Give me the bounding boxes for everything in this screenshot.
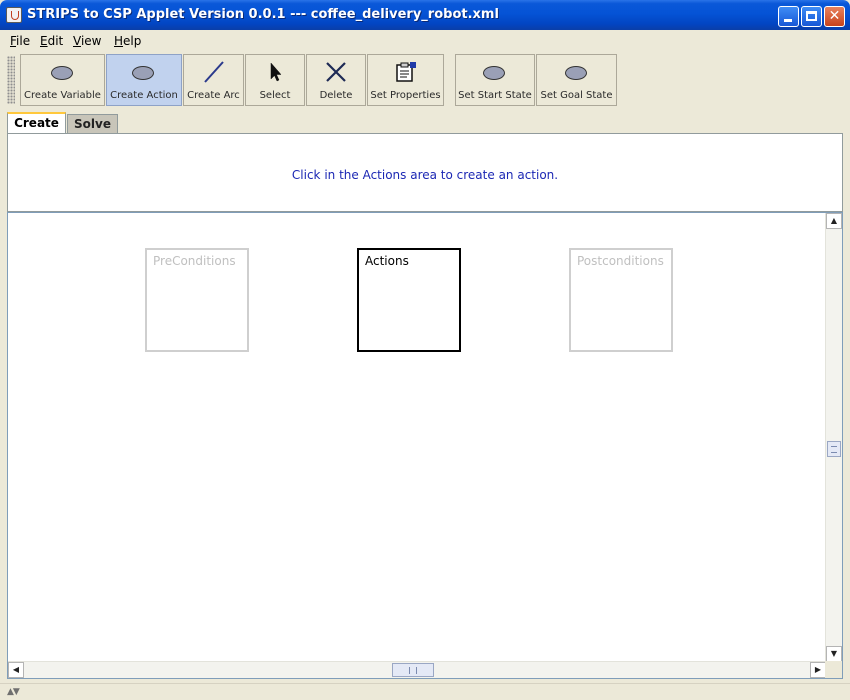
arc-line-icon xyxy=(202,61,226,83)
message-panel: Click in the Actions area to create an a… xyxy=(7,133,843,212)
maximize-button[interactable] xyxy=(801,6,822,27)
instruction-message: Click in the Actions area to create an a… xyxy=(291,168,559,182)
delete-x-icon xyxy=(324,61,348,83)
tab-solve[interactable]: Solve xyxy=(67,114,118,134)
delete-button[interactable]: Delete xyxy=(306,54,366,106)
vertical-scrollbar[interactable]: ▲ ▼ xyxy=(825,213,842,662)
toolbar-grip[interactable] xyxy=(7,56,15,104)
title-bar[interactable]: STRIPS to CSP Applet Version 0.0.1 --- c… xyxy=(0,0,850,30)
tab-strip: Create Solve xyxy=(0,112,850,134)
scroll-left-arrow-icon[interactable]: ◀ xyxy=(8,662,24,678)
vertical-scroll-thumb[interactable] xyxy=(827,441,841,457)
scrollbar-corner xyxy=(825,661,842,678)
create-action-button[interactable]: Create Action xyxy=(106,54,182,106)
select-button[interactable]: Select xyxy=(245,54,305,106)
menu-bar: File Edit View Help xyxy=(0,30,850,52)
menu-file[interactable]: File xyxy=(10,34,30,48)
menu-help[interactable]: Help xyxy=(114,34,141,48)
scroll-right-arrow-icon[interactable]: ▶ xyxy=(810,662,826,678)
variable-ellipse-icon xyxy=(50,61,75,83)
preconditions-area[interactable]: PreConditions xyxy=(145,248,249,352)
applet-window: STRIPS to CSP Applet Version 0.0.1 --- c… xyxy=(0,0,850,700)
scroll-up-arrow-icon[interactable]: ▲ xyxy=(826,213,842,229)
goal-state-ellipse-icon xyxy=(564,61,589,83)
preconditions-label: PreConditions xyxy=(153,254,236,268)
menu-edit[interactable]: Edit xyxy=(40,34,63,48)
actions-area[interactable]: Actions xyxy=(357,248,461,352)
bottom-splitter[interactable]: ▲▼ xyxy=(0,683,850,700)
tab-create[interactable]: Create xyxy=(7,112,66,134)
minimize-button[interactable] xyxy=(778,6,799,27)
postconditions-label: Postconditions xyxy=(577,254,664,268)
action-ellipse-icon xyxy=(132,61,156,83)
start-state-ellipse-icon xyxy=(483,61,507,83)
window-title: STRIPS to CSP Applet Version 0.0.1 --- c… xyxy=(27,7,499,22)
set-start-state-button[interactable]: Set Start State xyxy=(455,54,535,106)
pointer-arrow-icon xyxy=(263,61,287,83)
horizontal-scroll-thumb[interactable] xyxy=(392,663,434,677)
create-variable-button[interactable]: Create Variable xyxy=(20,54,105,106)
graph-canvas[interactable]: PreConditions Actions Postconditions ▲ ▼… xyxy=(7,212,843,679)
scroll-down-arrow-icon[interactable]: ▼ xyxy=(826,646,842,662)
java-app-icon xyxy=(6,7,22,23)
properties-clipboard-icon xyxy=(394,61,418,83)
splitter-arrows-icon[interactable]: ▲▼ xyxy=(7,687,20,697)
set-properties-button[interactable]: Set Properties xyxy=(367,54,444,106)
close-button[interactable]: ✕ xyxy=(824,6,845,27)
actions-label: Actions xyxy=(365,254,409,268)
toolbar: Create Variable Create Action Create Arc… xyxy=(0,52,850,108)
set-goal-state-button[interactable]: Set Goal State xyxy=(536,54,617,106)
postconditions-area[interactable]: Postconditions xyxy=(569,248,673,352)
menu-view[interactable]: View xyxy=(73,34,101,48)
create-arc-button[interactable]: Create Arc xyxy=(183,54,244,106)
horizontal-scrollbar[interactable]: ◀ ▶ xyxy=(8,661,826,678)
